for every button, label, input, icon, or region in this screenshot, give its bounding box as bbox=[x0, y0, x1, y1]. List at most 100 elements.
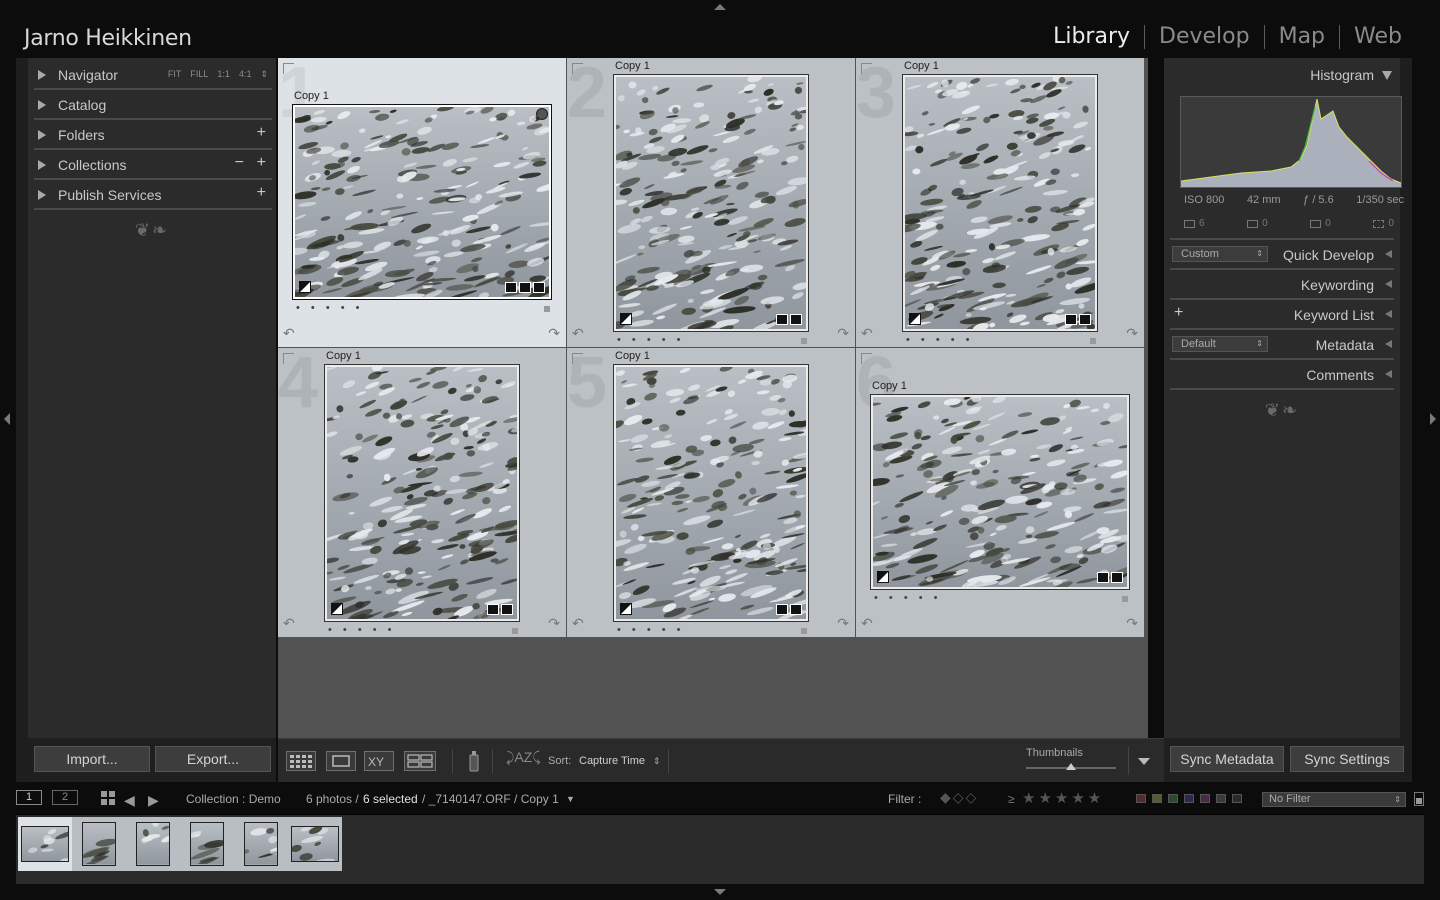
left-panel-toggle-icon[interactable] bbox=[4, 413, 10, 425]
expand-triangle-icon[interactable] bbox=[1385, 310, 1392, 318]
yellow-label-icon[interactable] bbox=[1152, 794, 1162, 803]
zoom-stepper-icon[interactable]: ⇕ bbox=[260, 69, 268, 80]
right-panel-toggle-icon[interactable] bbox=[1430, 413, 1436, 425]
module-map[interactable]: Map bbox=[1265, 24, 1339, 49]
add-publish-service-icon[interactable]: + bbox=[257, 184, 266, 202]
grid-cell[interactable]: 4 Copy 1 • • • • • ↶ ↷ bbox=[278, 343, 566, 637]
rating-operator[interactable]: ≥ bbox=[1008, 792, 1015, 806]
rating-stars[interactable]: • • • • • bbox=[617, 334, 684, 346]
rotate-right-icon[interactable]: ↷ bbox=[1126, 325, 1138, 342]
filmstrip-thumbnail[interactable] bbox=[126, 817, 180, 871]
photo-thumbnail[interactable] bbox=[613, 364, 809, 622]
expand-triangle-icon[interactable] bbox=[38, 160, 46, 170]
loupe-view-icon[interactable] bbox=[326, 751, 356, 771]
expand-triangle-icon[interactable] bbox=[38, 190, 46, 200]
collection-badge-icon[interactable] bbox=[776, 604, 788, 615]
saved-preset-dropdown[interactable]: Custom ⇕ bbox=[1172, 246, 1268, 262]
histogram-header[interactable]: Histogram bbox=[1170, 60, 1394, 90]
photo-thumbnail[interactable] bbox=[613, 74, 809, 332]
add-keyword-icon[interactable]: + bbox=[1174, 304, 1183, 322]
sort-dropdown[interactable]: Capture Time bbox=[579, 755, 645, 767]
rotate-left-icon[interactable]: ↶ bbox=[283, 615, 295, 632]
filmstrip-thumbnail[interactable] bbox=[72, 817, 126, 871]
blue-label-icon[interactable] bbox=[1184, 794, 1194, 803]
keywording-header[interactable]: Keywording bbox=[1170, 270, 1394, 300]
filmstrip-thumbnail[interactable] bbox=[18, 817, 72, 871]
rating-stars[interactable]: • • • • • bbox=[617, 624, 684, 636]
rotate-left-icon[interactable]: ↶ bbox=[572, 615, 584, 632]
thumbnail-size-slider[interactable] bbox=[1026, 763, 1116, 770]
flag-icon[interactable] bbox=[572, 353, 583, 364]
rotate-right-icon[interactable]: ↷ bbox=[548, 615, 560, 632]
sync-settings-button[interactable]: Sync Settings bbox=[1290, 746, 1404, 772]
source-indicator[interactable]: Collection : Demo bbox=[186, 792, 281, 806]
zoom-4-1[interactable]: 4:1 bbox=[239, 69, 252, 80]
rotate-left-icon[interactable]: ↶ bbox=[861, 325, 873, 342]
primary-window-button[interactable]: 1 bbox=[16, 790, 42, 805]
zoom-1-1[interactable]: 1:1 bbox=[217, 69, 230, 80]
catalog-header[interactable]: Catalog bbox=[34, 90, 272, 120]
zoom-fit[interactable]: FIT bbox=[168, 69, 182, 80]
sort-direction-icon[interactable]: ⤸AZ⤹ bbox=[506, 749, 541, 766]
rating-stars[interactable]: • • • • • bbox=[296, 302, 363, 314]
metadata-header[interactable]: Default ⇕ Metadata bbox=[1170, 330, 1394, 360]
expand-triangle-icon[interactable] bbox=[38, 70, 46, 80]
comments-header[interactable]: Comments bbox=[1170, 360, 1394, 390]
develop-badge-icon[interactable] bbox=[790, 604, 802, 615]
filmstrip-thumbnail[interactable] bbox=[180, 817, 234, 871]
collection-badge-icon[interactable] bbox=[1065, 314, 1077, 325]
flag-icon[interactable] bbox=[283, 353, 294, 364]
rating-stars[interactable]: • • • • • bbox=[328, 624, 395, 636]
navigator-header[interactable]: Navigator FIT FILL 1:1 4:1 ⇕ bbox=[34, 60, 272, 90]
develop-badge-icon[interactable] bbox=[1111, 572, 1123, 583]
module-web[interactable]: Web bbox=[1340, 24, 1416, 49]
photo-thumbnail[interactable] bbox=[902, 74, 1098, 332]
rotate-right-icon[interactable]: ↷ bbox=[837, 615, 849, 632]
purple-label-icon[interactable] bbox=[1200, 794, 1210, 803]
remove-collection-icon[interactable]: − bbox=[235, 154, 244, 172]
compare-view-icon[interactable]: XY bbox=[364, 751, 394, 771]
red-label-icon[interactable] bbox=[1136, 794, 1146, 803]
module-library[interactable]: Library bbox=[1039, 24, 1144, 49]
quick-collection-dot-icon[interactable] bbox=[536, 108, 548, 120]
custom-label-icon[interactable] bbox=[1216, 794, 1226, 803]
collection-badge-icon[interactable] bbox=[519, 282, 531, 293]
rotate-right-icon[interactable]: ↷ bbox=[1126, 615, 1138, 632]
flag-icon[interactable] bbox=[861, 353, 872, 364]
rotate-left-icon[interactable]: ↶ bbox=[572, 325, 584, 342]
expand-triangle-icon[interactable] bbox=[1385, 370, 1392, 378]
keyword-list-header[interactable]: + Keyword List bbox=[1170, 300, 1394, 330]
file-name-info[interactable]: / _7140147.ORF / Copy 1 bbox=[422, 792, 559, 806]
export-button[interactable]: Export... bbox=[155, 746, 271, 772]
grid-cell[interactable]: 5 Copy 1 • • • • • ↶ ↷ bbox=[567, 343, 855, 637]
photo-thumbnail[interactable] bbox=[292, 104, 552, 300]
sort-stepper-icon[interactable]: ⇕ bbox=[653, 756, 661, 767]
rating-stars[interactable]: • • • • • bbox=[906, 334, 973, 346]
rotate-left-icon[interactable]: ↶ bbox=[283, 325, 295, 342]
rotate-right-icon[interactable]: ↷ bbox=[837, 325, 849, 342]
collection-badge-icon[interactable] bbox=[776, 314, 788, 325]
add-collection-icon[interactable]: + bbox=[257, 154, 266, 172]
no-label-icon[interactable] bbox=[1232, 794, 1242, 803]
grid-cell[interactable]: 1 Copy 1 • • • • • ↶ ↷ bbox=[278, 53, 566, 347]
develop-badge-icon[interactable] bbox=[1079, 314, 1091, 325]
grid-cell[interactable]: 2 Copy 1 • • • • • ↶ ↷ bbox=[567, 53, 855, 347]
back-arrow-icon[interactable]: ◀ bbox=[124, 792, 135, 809]
grid-cell[interactable]: 3 Copy 1 • • • • • ↶ ↷ bbox=[856, 53, 1144, 347]
develop-badge-icon[interactable] bbox=[533, 282, 545, 293]
quick-develop-header[interactable]: Custom ⇕ Quick Develop bbox=[1170, 240, 1394, 270]
toolbar-menu-chevron-icon[interactable] bbox=[1138, 758, 1150, 765]
folders-header[interactable]: Folders + bbox=[34, 120, 272, 150]
expand-triangle-icon[interactable] bbox=[38, 130, 46, 140]
rotate-left-icon[interactable]: ↶ bbox=[861, 615, 873, 632]
photo-thumbnail[interactable] bbox=[324, 364, 520, 622]
module-develop[interactable]: Develop bbox=[1145, 24, 1264, 49]
painter-spray-icon[interactable] bbox=[466, 749, 482, 778]
keyword-badge-icon[interactable] bbox=[505, 282, 517, 293]
photo-thumbnail[interactable] bbox=[870, 394, 1130, 590]
slider-knob-icon[interactable] bbox=[1066, 763, 1076, 770]
rating-stars[interactable]: • • • • • bbox=[874, 592, 941, 604]
flag-icon[interactable] bbox=[283, 63, 294, 74]
grid-shortcut-icon[interactable] bbox=[100, 790, 116, 811]
survey-view-icon[interactable] bbox=[404, 751, 436, 771]
